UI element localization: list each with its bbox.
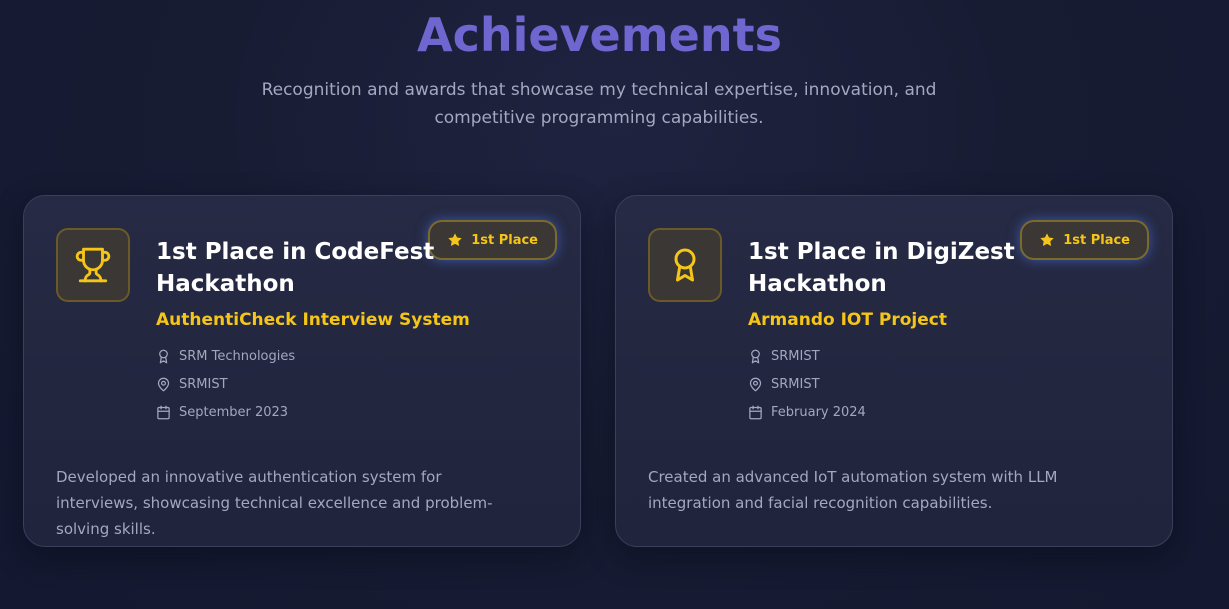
- award-ribbon-icon: [648, 228, 722, 302]
- organizer-text: SRMIST: [771, 349, 820, 364]
- section-title: Achievements: [416, 8, 782, 62]
- achievement-project: Armando IOT Project: [748, 310, 947, 330]
- organizer-row: SRM Technologies: [156, 349, 295, 364]
- badge-label: 1st Place: [1063, 232, 1130, 248]
- location-row: SRMIST: [748, 377, 820, 392]
- achievement-project: AuthentiCheck Interview System: [156, 310, 470, 330]
- trophy-icon: [56, 228, 130, 302]
- award-icon: [751, 349, 760, 364]
- achievement-card: 1st Place 1st Place in CodeFest Hackatho…: [23, 195, 581, 547]
- map-pin-icon: [749, 377, 762, 392]
- date-row: February 2024: [748, 405, 866, 420]
- achievement-title: 1st Place in DigiZest Hackathon: [748, 239, 1015, 297]
- achievement-description: Created an advanced IoT automation syste…: [648, 468, 1058, 512]
- date-text: February 2024: [771, 405, 866, 420]
- location-text: SRMIST: [771, 377, 820, 392]
- calendar-icon: [157, 405, 170, 420]
- organizer-row: SRMIST: [748, 349, 820, 364]
- achievement-title: 1st Place in CodeFest Hackathon: [156, 239, 435, 297]
- location-text: SRMIST: [179, 377, 228, 392]
- section-subtitle: Recognition and awards that showcase my …: [261, 80, 937, 128]
- date-text: September 2023: [179, 405, 289, 420]
- achievement-description: Developed an innovative authentication s…: [56, 468, 493, 538]
- organizer-text: SRM Technologies: [179, 349, 296, 364]
- achievement-card: 1st Place 1st Place in DigiZest Hackatho…: [615, 195, 1173, 547]
- date-row: September 2023: [156, 405, 288, 420]
- award-icon: [159, 349, 168, 364]
- map-pin-icon: [157, 377, 170, 392]
- location-row: SRMIST: [156, 377, 228, 392]
- calendar-icon: [749, 405, 762, 420]
- badge-label: 1st Place: [471, 232, 538, 248]
